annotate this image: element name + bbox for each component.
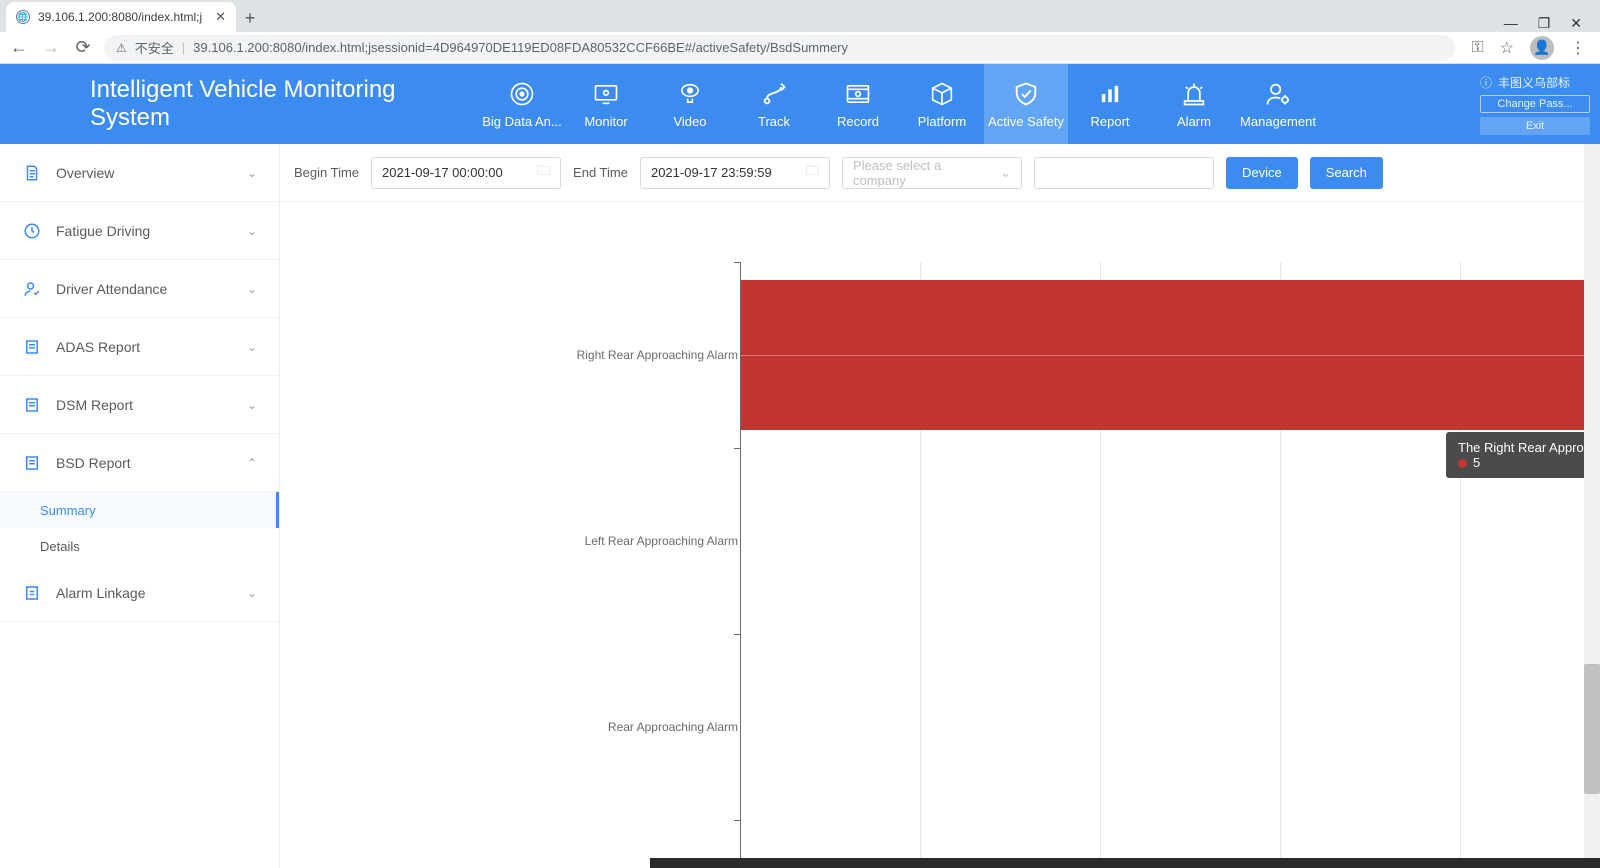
filter-bar: Begin Time 2021-09-17 00:00:00 🗀 End Tim… bbox=[280, 144, 1600, 202]
chart-area: Right Rear Approaching Alarm Left Rear A… bbox=[280, 202, 1600, 868]
nav-alarm[interactable]: Alarm bbox=[1152, 64, 1236, 144]
calendar-icon: 🗀 bbox=[537, 162, 550, 184]
url-text: 39.106.1.200:8080/index.html;jsessionid=… bbox=[193, 40, 848, 55]
forward-button[interactable]: → bbox=[40, 37, 62, 58]
nav-monitor[interactable]: Monitor bbox=[564, 64, 648, 144]
exit-button[interactable]: Exit bbox=[1480, 117, 1590, 135]
insecure-label: 不安全 bbox=[135, 38, 174, 57]
sidebar-sub-details[interactable]: Details bbox=[0, 528, 279, 564]
globe-icon: 🌐 bbox=[16, 10, 30, 24]
nav-big-data[interactable]: Big Data An... bbox=[480, 64, 564, 144]
nav-active-safety[interactable]: Active Safety bbox=[984, 64, 1068, 144]
chevron-down-icon: ⌄ bbox=[247, 224, 257, 238]
category-label-2: Rear Approaching Alarm bbox=[608, 720, 738, 734]
app-header: Intelligent Vehicle Monitoring System Bi… bbox=[0, 64, 1600, 144]
link-icon bbox=[22, 583, 42, 603]
nav-platform[interactable]: Platform bbox=[900, 64, 984, 144]
report-icon bbox=[22, 395, 42, 415]
category-label-0: Right Rear Approaching Alarm bbox=[577, 348, 738, 362]
browser-tab[interactable]: 🌐 39.106.1.200:8080/index.html;j ✕ bbox=[6, 2, 236, 32]
nav-report[interactable]: Report bbox=[1068, 64, 1152, 144]
device-button[interactable]: Device bbox=[1226, 157, 1298, 189]
report-icon bbox=[22, 337, 42, 357]
siren-icon bbox=[1180, 80, 1208, 108]
sidebar-item-attendance[interactable]: Driver Attendance⌄ bbox=[0, 260, 279, 318]
scrollbar[interactable] bbox=[1584, 144, 1600, 868]
end-time-label: End Time bbox=[573, 165, 628, 180]
nav-record[interactable]: Record bbox=[816, 64, 900, 144]
bar-chart-icon bbox=[1096, 80, 1124, 108]
begin-time-label: Begin Time bbox=[294, 165, 359, 180]
series-color-dot bbox=[1458, 459, 1467, 468]
monitor-icon bbox=[592, 80, 620, 108]
camera-icon bbox=[676, 80, 704, 108]
document-icon bbox=[22, 163, 42, 183]
chevron-down-icon: ⌄ bbox=[1000, 165, 1011, 181]
sidebar-item-overview[interactable]: Overview⌄ bbox=[0, 144, 279, 202]
film-icon bbox=[844, 80, 872, 108]
chevron-down-icon: ⌄ bbox=[247, 398, 257, 412]
back-button[interactable]: ← bbox=[8, 37, 30, 58]
window-close-icon[interactable]: ✕ bbox=[1570, 15, 1582, 32]
begin-time-input[interactable]: 2021-09-17 00:00:00 🗀 bbox=[371, 157, 561, 189]
nav-video[interactable]: Video bbox=[648, 64, 732, 144]
chevron-down-icon: ⌄ bbox=[247, 166, 257, 180]
key-icon[interactable]: ⚿ bbox=[1471, 39, 1483, 57]
clock-alert-icon bbox=[22, 221, 42, 241]
sidebar-item-adas[interactable]: ADAS Report⌄ bbox=[0, 318, 279, 376]
chevron-down-icon: ⌄ bbox=[247, 340, 257, 354]
star-icon[interactable]: ☆ bbox=[1500, 38, 1514, 58]
sidebar-item-dsm[interactable]: DSM Report⌄ bbox=[0, 376, 279, 434]
cube-icon bbox=[928, 80, 956, 108]
shield-check-icon bbox=[1012, 80, 1040, 108]
reload-button[interactable]: ⟳ bbox=[72, 37, 94, 58]
route-icon bbox=[760, 80, 788, 108]
kebab-menu-icon[interactable]: ⋮ bbox=[1570, 38, 1586, 58]
scrollbar-thumb[interactable] bbox=[1584, 664, 1600, 794]
sidebar-item-linkage[interactable]: Alarm Linkage⌄ bbox=[0, 564, 279, 622]
search-button[interactable]: Search bbox=[1310, 157, 1383, 189]
bar-right-rear[interactable] bbox=[741, 280, 1600, 430]
user-check-icon bbox=[22, 279, 42, 299]
minimize-icon[interactable]: — bbox=[1504, 15, 1518, 32]
sidebar-item-bsd[interactable]: BSD Report⌃ bbox=[0, 434, 279, 492]
target-icon bbox=[508, 80, 536, 108]
report-icon bbox=[22, 453, 42, 473]
sidebar-item-fatigue[interactable]: Fatigue Driving⌄ bbox=[0, 202, 279, 260]
end-time-input[interactable]: 2021-09-17 23:59:59 🗀 bbox=[640, 157, 830, 189]
nav-track[interactable]: Track bbox=[732, 64, 816, 144]
insecure-icon: ⚠ bbox=[116, 41, 127, 55]
close-icon[interactable]: ✕ bbox=[215, 9, 226, 25]
company-select[interactable]: Please select a company ⌄ bbox=[842, 157, 1022, 189]
category-label-1: Left Rear Approaching Alarm bbox=[585, 534, 738, 548]
address-bar[interactable]: ⚠ 不安全 | 39.106.1.200:8080/index.html;jse… bbox=[104, 35, 1455, 61]
search-text-input[interactable] bbox=[1034, 157, 1214, 189]
tab-title: 39.106.1.200:8080/index.html;j bbox=[38, 10, 207, 24]
chart-tooltip: The Right Rear Approaching Alarm 5 bbox=[1446, 432, 1600, 478]
sidebar-sub-summary[interactable]: Summary bbox=[0, 492, 279, 528]
nav-management[interactable]: Management bbox=[1236, 64, 1320, 144]
maximize-icon[interactable]: ❐ bbox=[1538, 15, 1551, 32]
new-tab-button[interactable]: + bbox=[236, 4, 264, 32]
user-gear-icon bbox=[1264, 80, 1292, 108]
user-name: 丰图义乌部标 bbox=[1498, 74, 1570, 91]
taskbar-sliver bbox=[280, 858, 1600, 868]
calendar-icon: 🗀 bbox=[806, 162, 819, 184]
chevron-down-icon: ⌄ bbox=[247, 282, 257, 296]
change-password-button[interactable]: Change Pass... bbox=[1480, 95, 1590, 113]
chevron-down-icon: ⌄ bbox=[247, 586, 257, 600]
brand-title: Intelligent Vehicle Monitoring System bbox=[0, 64, 480, 144]
user-icon: ⓘ bbox=[1480, 74, 1492, 91]
profile-avatar-icon[interactable]: 👤 bbox=[1530, 36, 1554, 60]
sidebar: Overview⌄ Fatigue Driving⌄ Driver Attend… bbox=[0, 144, 280, 868]
chevron-up-icon: ⌃ bbox=[247, 456, 257, 470]
